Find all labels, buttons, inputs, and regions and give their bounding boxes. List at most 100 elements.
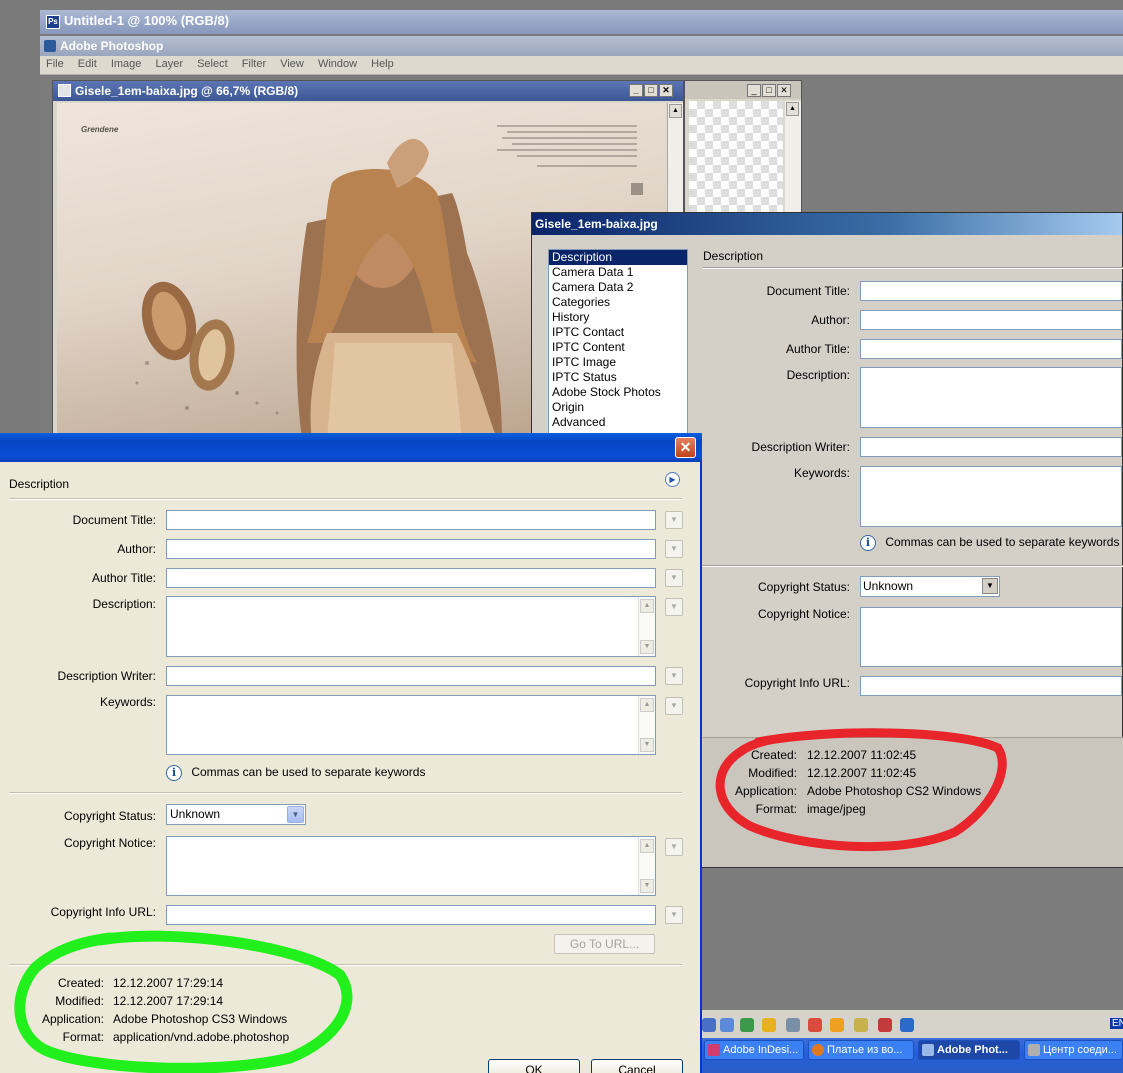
chevron-down-icon[interactable]: ▼ bbox=[665, 598, 683, 616]
cs3-dialog-titlebar[interactable] bbox=[0, 433, 702, 462]
quicklaunch-icon[interactable] bbox=[702, 1018, 716, 1032]
chevron-down-icon[interactable]: ▼ bbox=[982, 578, 998, 594]
cs2-author-field[interactable] bbox=[860, 310, 1122, 330]
cs2-category-history[interactable]: History bbox=[549, 310, 687, 325]
quicklaunch-icon[interactable] bbox=[878, 1018, 892, 1032]
cancel-button[interactable]: Cancel bbox=[591, 1059, 683, 1073]
section-menu-arrow-icon[interactable]: ▶ bbox=[665, 472, 680, 487]
quicklaunch-icon[interactable] bbox=[740, 1018, 754, 1032]
cs2-category-camera-data-1[interactable]: Camera Data 1 bbox=[549, 265, 687, 280]
cs3-document-title-field[interactable] bbox=[166, 510, 656, 530]
cs2-copyright-status-select[interactable]: Unknown ▼ bbox=[860, 576, 1000, 597]
cs3-description-label: Description: bbox=[92, 597, 156, 611]
close-button[interactable]: ✕ bbox=[659, 84, 673, 97]
maximize-button[interactable]: □ bbox=[762, 84, 776, 97]
chevron-down-icon[interactable]: ▼ bbox=[287, 806, 304, 823]
chevron-down-icon[interactable]: ▼ bbox=[665, 667, 683, 685]
chevron-down-icon[interactable]: ▼ bbox=[665, 697, 683, 715]
cs3-copyright-url-field[interactable] bbox=[166, 905, 656, 925]
scroll-up-arrow-icon[interactable]: ▲ bbox=[640, 698, 654, 712]
chevron-down-icon[interactable]: ▼ bbox=[665, 511, 683, 529]
firefox-icon bbox=[812, 1044, 824, 1056]
go-to-url-button[interactable]: Go To URL... bbox=[554, 934, 655, 954]
cs2-application-value: Adobe Photoshop CS2 Windows bbox=[807, 784, 982, 798]
ok-button[interactable]: OK bbox=[488, 1059, 580, 1073]
cs3-description-field[interactable]: ▲ ▼ bbox=[166, 596, 656, 657]
untitled-canvas-window[interactable]: _ □ ✕ ▲ bbox=[684, 80, 802, 220]
keywords-scrollbar[interactable]: ▲ ▼ bbox=[638, 696, 655, 754]
cs2-category-list[interactable]: Description Camera Data 1 Camera Data 2 … bbox=[548, 249, 688, 435]
description-scrollbar[interactable]: ▲ ▼ bbox=[638, 597, 655, 656]
scroll-down-arrow-icon[interactable]: ▼ bbox=[640, 640, 654, 654]
cs2-category-camera-data-2[interactable]: Camera Data 2 bbox=[549, 280, 687, 295]
cs2-category-adobe-stock-photos[interactable]: Adobe Stock Photos bbox=[549, 385, 687, 400]
scroll-down-arrow-icon[interactable]: ▼ bbox=[640, 879, 654, 893]
quicklaunch-icon[interactable] bbox=[900, 1018, 914, 1032]
menu-window[interactable]: Window bbox=[318, 58, 357, 70]
cs2-category-iptc-image[interactable]: IPTC Image bbox=[549, 355, 687, 370]
cs2-author-title-field[interactable] bbox=[860, 339, 1122, 359]
scroll-up-arrow-icon[interactable]: ▲ bbox=[640, 599, 654, 613]
quicklaunch-icon[interactable] bbox=[762, 1018, 776, 1032]
close-button[interactable]: ✕ bbox=[675, 437, 696, 458]
quicklaunch-icon[interactable] bbox=[808, 1018, 822, 1032]
chevron-down-icon[interactable]: ▼ bbox=[665, 569, 683, 587]
chevron-down-icon[interactable]: ▼ bbox=[665, 540, 683, 558]
scroll-up-arrow-icon[interactable]: ▲ bbox=[669, 104, 682, 118]
cs2-category-iptc-status[interactable]: IPTC Status bbox=[549, 370, 687, 385]
menu-file[interactable]: File bbox=[46, 58, 64, 70]
language-indicator[interactable]: EN bbox=[1110, 1018, 1123, 1029]
cs3-keywords-field[interactable]: ▲ ▼ bbox=[166, 695, 656, 755]
cs2-category-advanced[interactable]: Advanced bbox=[549, 415, 687, 430]
cs3-keywords-hint-text: Commas can be used to separate keywords bbox=[191, 765, 426, 779]
untitled-window-titlebar[interactable]: Ps Untitled-1 @ 100% (RGB/8) bbox=[40, 10, 1123, 34]
menu-layer[interactable]: Layer bbox=[155, 58, 183, 70]
task-browser[interactable]: Платье из во... bbox=[808, 1040, 914, 1060]
cs2-dialog-titlebar[interactable]: Gisele_1em-baixa.jpg bbox=[532, 213, 1122, 235]
scroll-up-arrow-icon[interactable]: ▲ bbox=[640, 839, 654, 853]
canvas-scrollbar[interactable]: ▲ bbox=[785, 101, 801, 219]
untitled-canvas-titlebar[interactable]: _ □ ✕ bbox=[685, 81, 801, 99]
document-titlebar[interactable]: Gisele_1em-baixa.jpg @ 66,7% (RGB/8) _ □… bbox=[53, 81, 683, 101]
cs3-copyright-status-select[interactable]: Unknown ▼ bbox=[166, 804, 306, 825]
cs3-author-field[interactable] bbox=[166, 539, 656, 559]
menu-select[interactable]: Select bbox=[197, 58, 228, 70]
scroll-down-arrow-icon[interactable]: ▼ bbox=[640, 738, 654, 752]
chevron-down-icon[interactable]: ▼ bbox=[665, 906, 683, 924]
menu-help[interactable]: Help bbox=[371, 58, 394, 70]
cs3-author-title-field[interactable] bbox=[166, 568, 656, 588]
cs3-copyright-notice-field[interactable]: ▲ ▼ bbox=[166, 836, 656, 896]
cs2-category-iptc-content[interactable]: IPTC Content bbox=[549, 340, 687, 355]
menu-image[interactable]: Image bbox=[111, 58, 142, 70]
menu-filter[interactable]: Filter bbox=[242, 58, 266, 70]
scroll-up-arrow-icon[interactable]: ▲ bbox=[786, 102, 799, 116]
maximize-button[interactable]: □ bbox=[644, 84, 658, 97]
cs2-copyright-notice-field[interactable] bbox=[860, 607, 1122, 667]
quicklaunch-icon[interactable] bbox=[720, 1018, 734, 1032]
menu-view[interactable]: View bbox=[280, 58, 304, 70]
close-button[interactable]: ✕ bbox=[777, 84, 791, 97]
cs3-description-writer-field[interactable] bbox=[166, 666, 656, 686]
cs2-category-iptc-contact[interactable]: IPTC Contact bbox=[549, 325, 687, 340]
minimize-button[interactable]: _ bbox=[629, 84, 643, 97]
task-indesign[interactable]: Adobe InDesi... bbox=[704, 1040, 804, 1060]
minimize-button[interactable]: _ bbox=[747, 84, 761, 97]
quicklaunch-icon[interactable] bbox=[854, 1018, 868, 1032]
chevron-down-icon[interactable]: ▼ bbox=[665, 838, 683, 856]
task-network-center[interactable]: Центр соеди... bbox=[1024, 1040, 1123, 1060]
cs2-description-field[interactable] bbox=[860, 367, 1122, 428]
menu-edit[interactable]: Edit bbox=[78, 58, 97, 70]
cs2-description-writer-field[interactable] bbox=[860, 437, 1122, 457]
quick-launch-bar: EN bbox=[702, 1010, 1123, 1038]
cs2-document-title-field[interactable] bbox=[860, 281, 1122, 301]
app-titlebar[interactable]: Adobe Photoshop bbox=[40, 36, 1123, 56]
cs2-category-description[interactable]: Description bbox=[549, 250, 687, 265]
task-photoshop[interactable]: Adobe Phot... bbox=[918, 1040, 1020, 1060]
quicklaunch-icon[interactable] bbox=[786, 1018, 800, 1032]
cs2-keywords-field[interactable] bbox=[860, 466, 1122, 527]
cs2-category-categories[interactable]: Categories bbox=[549, 295, 687, 310]
cs2-copyright-url-field[interactable] bbox=[860, 676, 1122, 696]
cs2-category-origin[interactable]: Origin bbox=[549, 400, 687, 415]
quicklaunch-icon[interactable] bbox=[830, 1018, 844, 1032]
copyright-notice-scrollbar[interactable]: ▲ ▼ bbox=[638, 837, 655, 895]
